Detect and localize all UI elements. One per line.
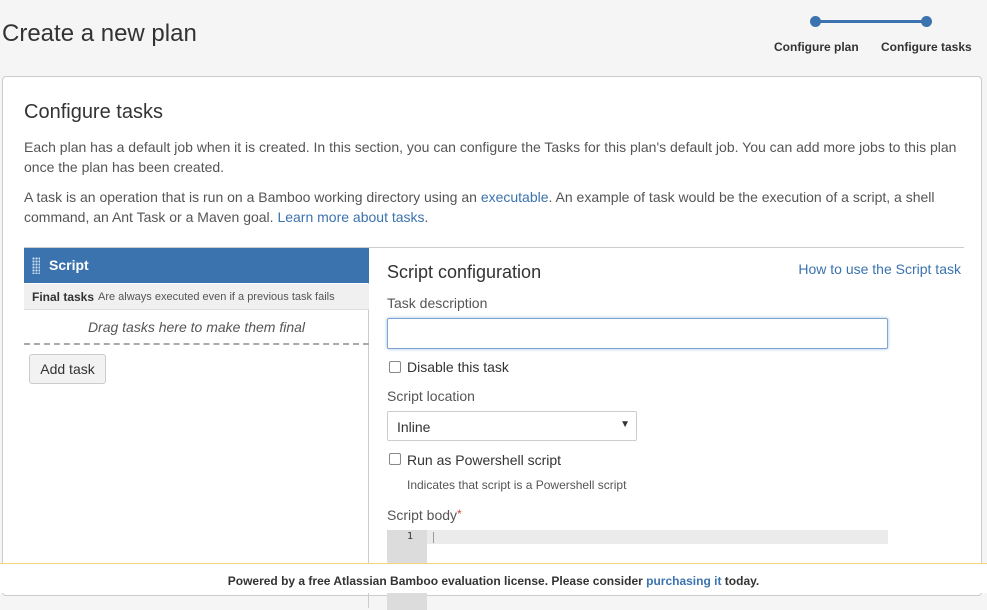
powershell-checkbox[interactable]	[389, 453, 401, 465]
license-footer: Powered by a free Atlassian Bamboo evalu…	[0, 563, 987, 593]
task-description-label: Task description	[387, 295, 488, 311]
step-configure-plan-marker	[810, 16, 821, 27]
task-item-label: Script	[49, 257, 89, 273]
drag-handle-icon[interactable]	[32, 257, 40, 274]
purchasing-link[interactable]: purchasing it	[646, 574, 721, 588]
script-body-label-text: Script body	[387, 507, 458, 523]
footer-text-before: Powered by a free Atlassian Bamboo evalu…	[227, 574, 647, 588]
powershell-hint: Indicates that script is a Powershell sc…	[407, 478, 627, 492]
script-location-label: Script location	[387, 388, 475, 404]
powershell-label[interactable]: Run as Powershell script	[407, 452, 561, 468]
add-task-button[interactable]: Add task	[29, 354, 106, 384]
footer-text-after: today.	[721, 574, 760, 588]
page-title: Create a new plan	[2, 20, 197, 47]
final-tasks-header: Final tasks Are always executed even if …	[24, 284, 369, 310]
panel-title: Configure tasks	[24, 101, 163, 123]
learn-more-tasks-link[interactable]: Learn more about tasks	[277, 209, 424, 225]
task-list: Script Final tasks Are always executed e…	[24, 248, 369, 608]
intro-paragraph-1: Each plan has a default job when it is c…	[24, 139, 957, 175]
script-configuration-title: Script configuration	[387, 262, 542, 282]
plan-progress-tracker: Configure plan Configure tasks	[770, 12, 980, 57]
script-body-label: Script body*	[387, 507, 462, 523]
final-tasks-title: Final tasks	[32, 290, 95, 304]
script-task-help-link[interactable]: How to use the Script task	[798, 261, 961, 277]
disable-task-checkbox[interactable]	[389, 361, 401, 373]
step-configure-plan[interactable]: Configure plan	[774, 40, 859, 54]
required-marker: *	[457, 507, 462, 521]
script-body-editor[interactable]	[387, 530, 888, 544]
task-description-input[interactable]	[387, 318, 888, 349]
step-configure-tasks: Configure tasks	[881, 40, 972, 54]
configure-tasks-panel: Configure tasks Each plan has a default …	[2, 76, 982, 610]
editor-cursor	[433, 532, 434, 543]
final-tasks-description: Are always executed even if a previous t…	[98, 291, 335, 303]
executable-link[interactable]: executable	[481, 189, 549, 205]
intro-text-before: A task is an operation that is run on a …	[24, 189, 481, 205]
step-configure-tasks-marker	[921, 16, 932, 27]
intro-paragraph-2: A task is an operation that is run on a …	[24, 187, 964, 227]
script-location-value: Inline	[397, 419, 431, 435]
disable-task-label[interactable]: Disable this task	[407, 359, 509, 375]
dropdown-arrow-icon: ▼	[620, 419, 630, 430]
progress-track	[814, 20, 926, 23]
task-item-script[interactable]: Script	[24, 248, 369, 283]
intro-text-after: .	[424, 209, 429, 225]
final-tasks-drop-zone[interactable]: Drag tasks here to make them final	[24, 311, 369, 345]
script-location-select[interactable]: Inline ▼	[387, 411, 637, 441]
editor-line-number: 1	[407, 531, 414, 542]
